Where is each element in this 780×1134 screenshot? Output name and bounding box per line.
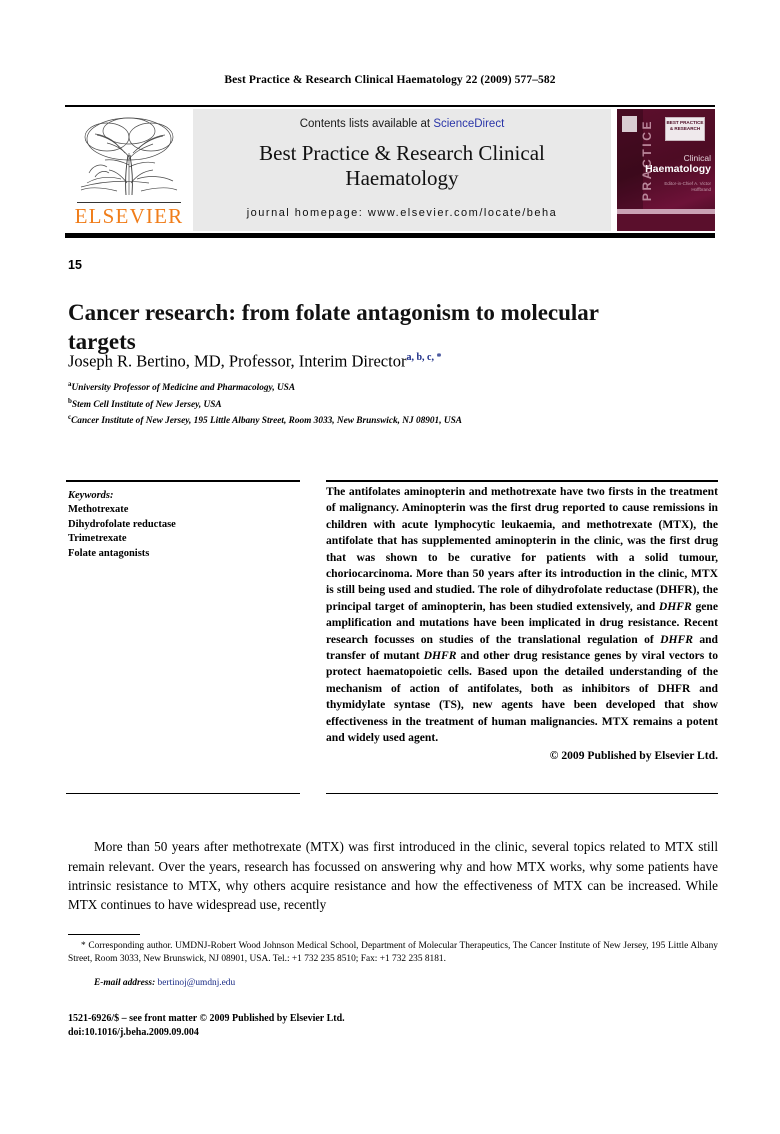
contents-lists-prefix: Contents lists available at	[299, 118, 434, 130]
journal-homepage-line[interactable]: journal homepage: www.elsevier.com/locat…	[193, 207, 611, 219]
corresponding-author-footnote: * Corresponding author. UMDNJ-Robert Woo…	[68, 941, 718, 964]
affiliation-list: aUniversity Professor of Medicine and Ph…	[68, 378, 708, 428]
affiliation-text: Cancer Institute of New Jersey, 195 Litt…	[71, 416, 462, 427]
affiliation-item: aUniversity Professor of Medicine and Ph…	[68, 378, 708, 395]
journal-article-page: Best Practice & Research Clinical Haemat…	[0, 0, 780, 1134]
sciencedirect-link[interactable]: ScienceDirect	[433, 118, 504, 130]
journal-title: Best Practice & Research Clinical Haemat…	[259, 141, 545, 190]
cover-title-line-1: Clinical	[683, 153, 711, 163]
affiliation-text: University Professor of Medicine and Pha…	[71, 383, 296, 394]
contents-lists-line: Contents lists available at ScienceDirec…	[193, 118, 611, 130]
article-number: 15	[68, 258, 82, 272]
keyword-item: Methotrexate	[68, 504, 129, 516]
keywords-heading: Keywords:	[68, 490, 114, 501]
email-label: E-mail address:	[94, 978, 156, 988]
cover-footer-strip	[617, 214, 715, 231]
keyword-item: Dihydrofolate reductase	[68, 518, 176, 530]
elsevier-wordmark: ELSEVIER	[74, 204, 184, 228]
abstract-copyright: © 2009 Published by Elsevier Ltd.	[549, 748, 718, 762]
author-affiliation-marks: a, b, c, *	[406, 352, 442, 363]
journal-cover-thumbnail: PRACTICE BEST PRACTICE & RESEARCH Clinic…	[617, 109, 715, 231]
abstract-text-1: The antifolates aminopterin and methotre…	[326, 485, 718, 613]
journal-masthead: ELSEVIER Contents lists available at Sci…	[65, 105, 715, 238]
cover-elsevier-mark-icon	[622, 116, 637, 132]
abstract-italic-2: DHFR	[660, 632, 693, 646]
keyword-item: Folate antagonists	[68, 547, 150, 559]
affiliation-text: Stem Cell Institute of New Jersey, USA	[71, 399, 222, 410]
masthead-bottom-rule	[65, 233, 715, 238]
cover-badge-text: BEST PRACTICE & RESEARCH	[666, 120, 704, 131]
footnote-separator-rule	[68, 934, 140, 935]
doi-line[interactable]: doi:10.1016/j.beha.2009.09.004	[68, 1026, 718, 1040]
abstract-italic-1: DHFR	[658, 599, 692, 613]
affiliation-item: cCancer Institute of New Jersey, 195 Lit…	[68, 411, 708, 428]
author-name: Joseph R. Bertino, MD, Professor, Interi…	[68, 351, 407, 371]
running-head: Best Practice & Research Clinical Haemat…	[224, 74, 556, 86]
issn-frontmatter-line: 1521-6926/$ – see front matter © 2009 Pu…	[68, 1013, 345, 1024]
affiliation-item: bStem Cell Institute of New Jersey, USA	[68, 395, 708, 412]
abstract-italic-3: DHFR	[423, 649, 457, 663]
elsevier-logo: ELSEVIER	[65, 111, 193, 231]
abstract-text-4: and other drug resistance genes by viral…	[326, 649, 718, 745]
author-line: Joseph R. Bertino, MD, Professor, Interi…	[68, 348, 688, 372]
email-footnote: E-mail address: bertinoj@umdnj.edu	[68, 977, 718, 990]
keywords-panel: Keywords: Methotrexate Dihydrofolate red…	[68, 489, 304, 561]
abstract-top-rule	[326, 480, 718, 483]
keyword-item: Trimetrexate	[68, 533, 127, 545]
body-paragraph: More than 50 years after methotrexate (M…	[68, 839, 718, 913]
email-address-link[interactable]: bertinoj@umdnj.edu	[158, 978, 236, 988]
abstract-panel: The antifolates aminopterin and methotre…	[326, 484, 718, 764]
cover-badge: BEST PRACTICE & RESEARCH	[665, 117, 705, 141]
elsevier-tree-logo-icon	[80, 117, 178, 196]
cover-title-line-2: Haematology	[645, 163, 711, 175]
keywords-bottom-rule	[66, 793, 300, 795]
masthead-top-rule	[65, 105, 715, 107]
abstract-bottom-rule	[326, 793, 718, 795]
keywords-top-rule	[66, 480, 300, 483]
logo-baseline-rule	[77, 202, 181, 203]
sciencedirect-box: Contents lists available at ScienceDirec…	[193, 109, 611, 231]
cover-editor-line: Editor-in-Chief A. Victor Hoffbrand	[664, 181, 711, 192]
front-matter-block: 1521-6926/$ – see front matter © 2009 Pu…	[68, 1012, 718, 1039]
